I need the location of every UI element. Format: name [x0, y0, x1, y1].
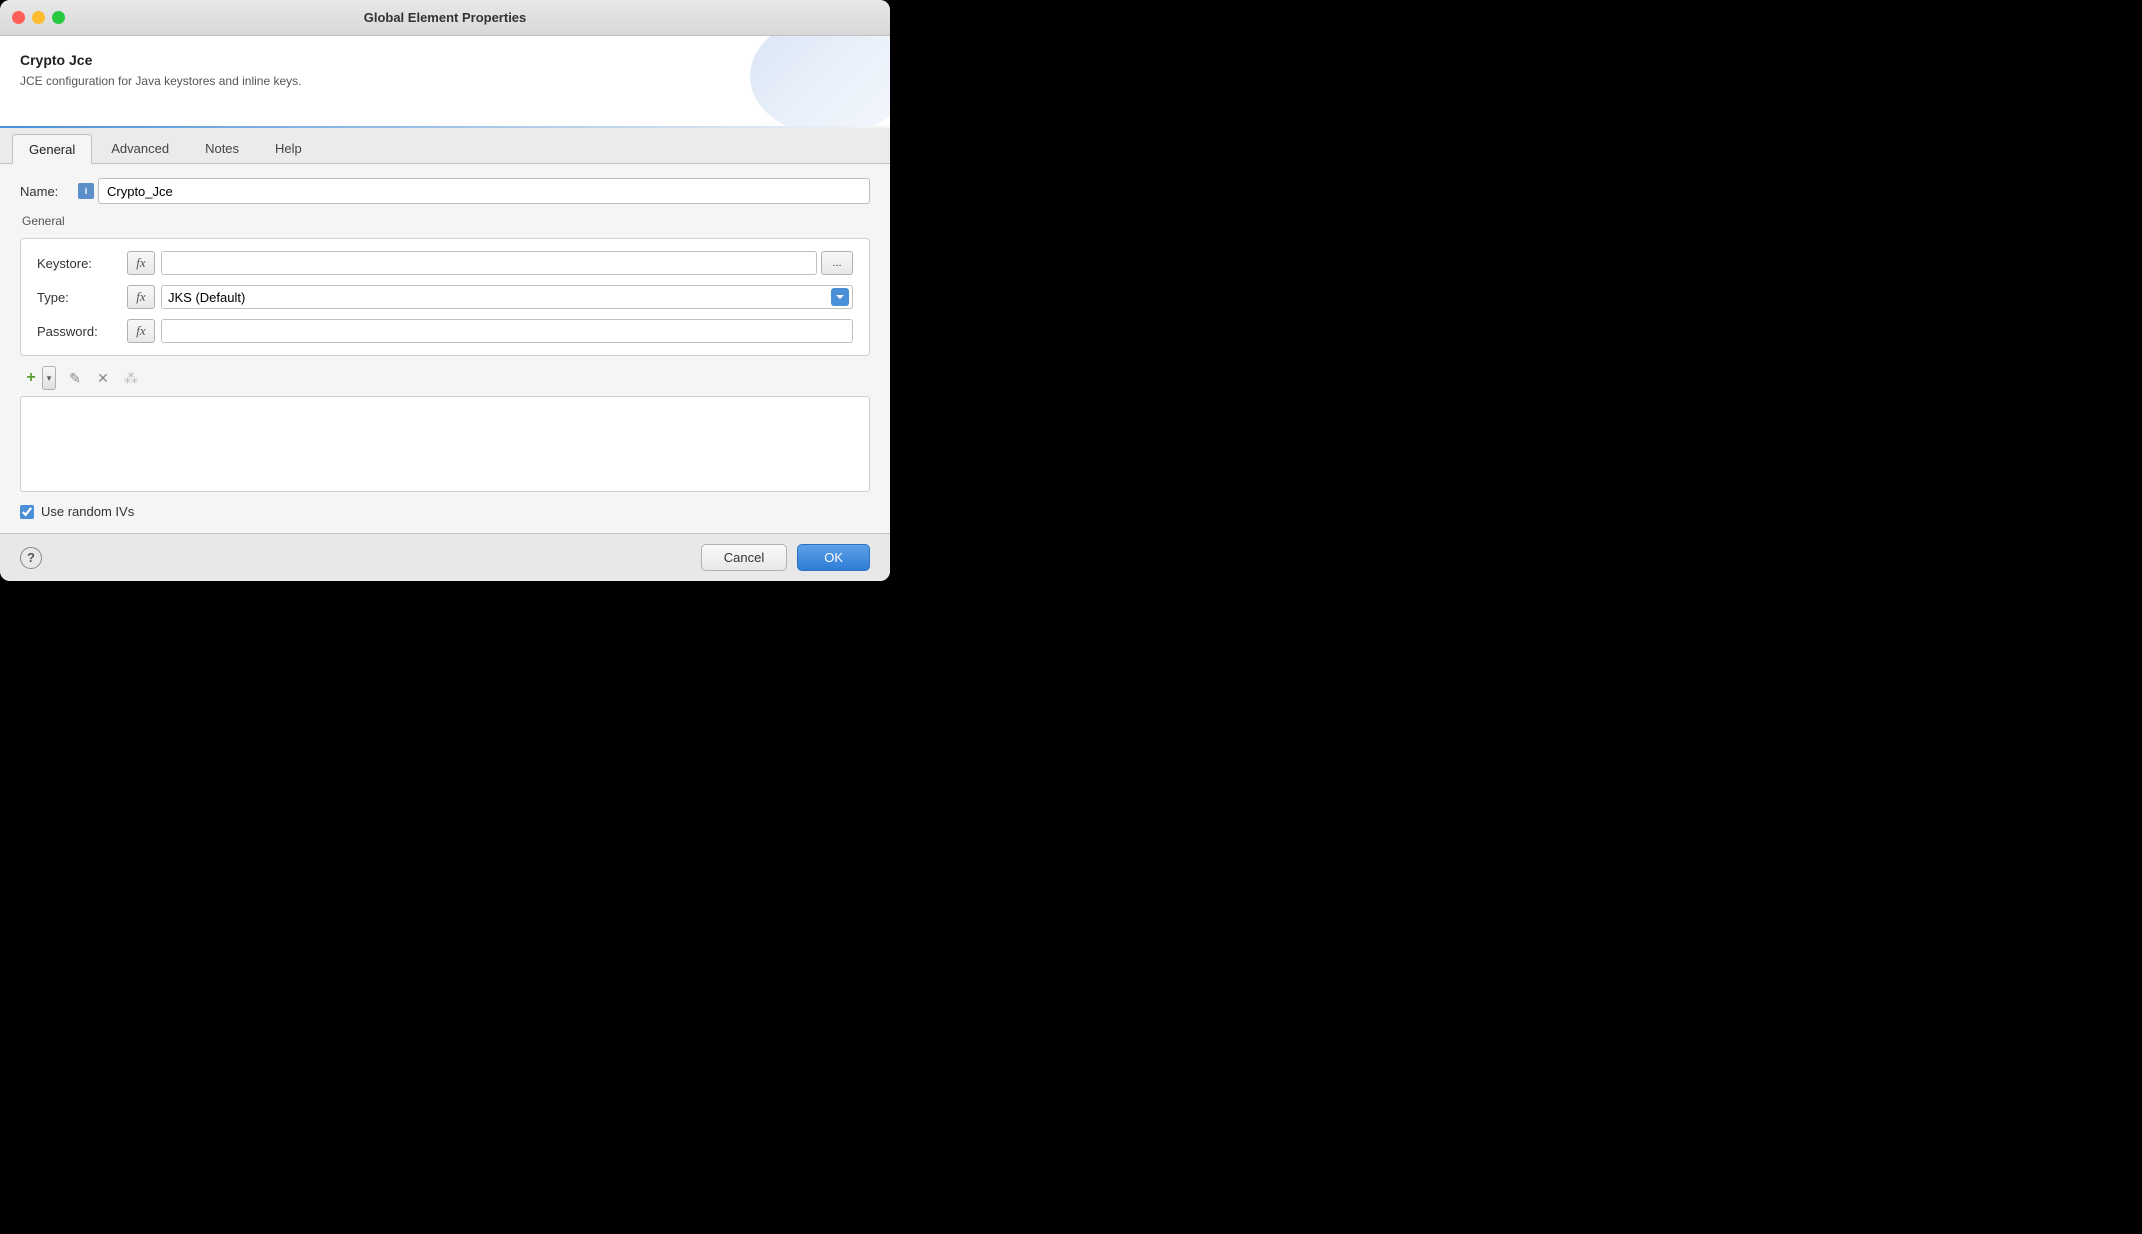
delete-button[interactable]: ✕: [90, 366, 116, 390]
fields-box: Keystore: fx ... Type: fx JKS (Default) …: [20, 238, 870, 356]
window-controls[interactable]: [12, 11, 65, 24]
use-random-iv-label[interactable]: Use random IVs: [41, 504, 134, 519]
minimize-button[interactable]: [32, 11, 45, 24]
add-button[interactable]: +: [20, 366, 42, 390]
name-input[interactable]: [98, 178, 870, 204]
maximize-button[interactable]: [52, 11, 65, 24]
keystore-row: Keystore: fx ...: [37, 251, 853, 275]
tab-help[interactable]: Help: [258, 133, 319, 163]
dialog-content: Name: i General Keystore: fx ... Type: f…: [0, 164, 890, 533]
add-with-arrow: + ▾: [20, 366, 60, 390]
type-select-wrap: JKS (Default) PKCS12 JCEKS: [161, 285, 853, 309]
password-input[interactable]: [161, 319, 853, 343]
edit-button[interactable]: ✎: [62, 366, 88, 390]
cancel-button[interactable]: Cancel: [701, 544, 787, 571]
password-row: Password: fx: [37, 319, 853, 343]
tab-advanced[interactable]: Advanced: [94, 133, 186, 163]
name-icon: i: [78, 183, 94, 199]
table-area: [20, 396, 870, 492]
keystore-fx-button[interactable]: fx: [127, 251, 155, 275]
footer-buttons: Cancel OK: [701, 544, 870, 571]
type-fx-button[interactable]: fx: [127, 285, 155, 309]
type-label: Type:: [37, 290, 127, 305]
type-select[interactable]: JKS (Default) PKCS12 JCEKS: [161, 285, 853, 309]
help-button[interactable]: ?: [20, 547, 42, 569]
titlebar: Global Element Properties: [0, 0, 890, 36]
dialog-title: Global Element Properties: [364, 10, 527, 25]
component-title: Crypto Jce: [20, 52, 870, 68]
close-button[interactable]: [12, 11, 25, 24]
more-button[interactable]: ⁂: [118, 366, 144, 390]
toolbar: + ▾ ✎ ✕ ⁂: [20, 366, 870, 390]
dialog-header: Crypto Jce JCE configuration for Java ke…: [0, 36, 890, 126]
tabs-bar: General Advanced Notes Help: [0, 128, 890, 164]
name-label: Name:: [20, 184, 70, 199]
tab-notes[interactable]: Notes: [188, 133, 256, 163]
type-row: Type: fx JKS (Default) PKCS12 JCEKS: [37, 285, 853, 309]
component-description: JCE configuration for Java keystores and…: [20, 74, 870, 88]
keystore-label: Keystore:: [37, 256, 127, 271]
ok-button[interactable]: OK: [797, 544, 870, 571]
header-decoration: [750, 36, 890, 126]
add-dropdown-button[interactable]: ▾: [42, 366, 56, 390]
tab-general[interactable]: General: [12, 134, 92, 164]
password-fx-button[interactable]: fx: [127, 319, 155, 343]
use-random-iv-checkbox[interactable]: [20, 505, 34, 519]
password-label: Password:: [37, 324, 127, 339]
name-row: Name: i: [20, 178, 870, 204]
section-label: General: [22, 214, 870, 228]
keystore-browse-button[interactable]: ...: [821, 251, 853, 275]
use-random-iv-row: Use random IVs: [20, 504, 870, 519]
dialog-footer: ? Cancel OK: [0, 533, 890, 581]
keystore-input[interactable]: [161, 251, 817, 275]
